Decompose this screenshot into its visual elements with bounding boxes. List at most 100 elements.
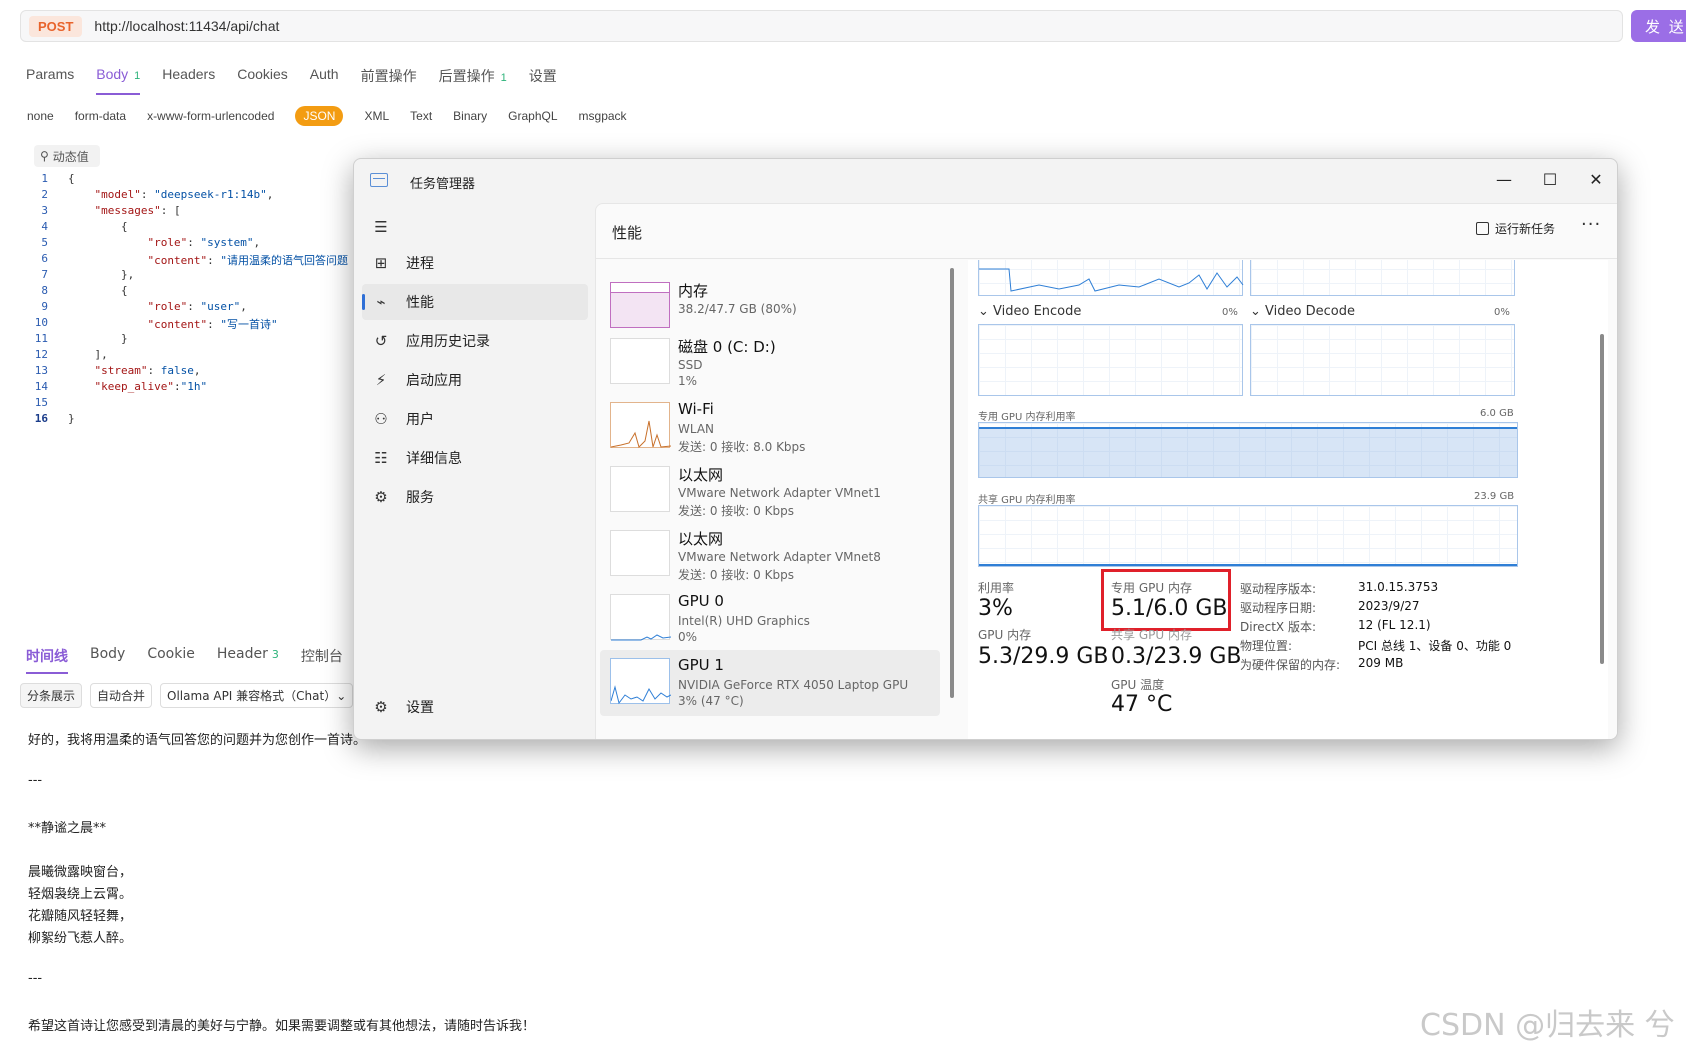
wand-icon: ⚲: [40, 149, 49, 163]
tab-body[interactable]: Body 1: [96, 66, 141, 95]
body-type-binary[interactable]: Binary: [453, 109, 487, 123]
details-icon: ☷: [374, 449, 388, 467]
device-thumbnail: [610, 658, 672, 705]
sidebar-item-details[interactable]: ☷ 详细信息: [362, 440, 588, 476]
tab-post-ops[interactable]: 后置操作 1: [439, 66, 507, 95]
device-thumbnail: [610, 338, 670, 384]
format-select[interactable]: Ollama API 兼容格式（Chat）⌄: [160, 683, 354, 708]
hamburger-icon: ☰: [374, 218, 388, 236]
code-text: "content": "请用温柔的语气回答问题: [147, 254, 348, 267]
line-number: 13: [34, 364, 48, 377]
url-bar[interactable]: POST http://localhost:11434/api/chat: [20, 10, 1623, 42]
dynamic-value-button[interactable]: ⚲ 动态值: [34, 145, 100, 167]
tab-auth[interactable]: Auth: [310, 66, 339, 95]
gpu1-sparkline: [610, 685, 672, 705]
device-wifi[interactable]: Wi-Fi WLAN 发送: 0 接收: 8.0 Kbps: [600, 394, 940, 460]
device-gpu0[interactable]: GPU 0 Intel(R) UHD Graphics 0%: [600, 586, 940, 652]
tab-cookie[interactable]: Cookie: [147, 646, 195, 674]
code-text: "model": "deepseek-r1:14b",: [94, 188, 274, 201]
response-line: 希望这首诗让您感受到清晨的美好与宁静。如果需要调整或有其他想法，请随时告诉我！: [28, 1019, 536, 1034]
code-text: "keep_alive":"1h": [94, 380, 208, 393]
tab-settings[interactable]: 设置: [529, 66, 557, 95]
task-manager-app-icon: [370, 173, 388, 187]
body-type-graphql[interactable]: GraphQL: [508, 109, 557, 123]
tab-cookies[interactable]: Cookies: [237, 66, 288, 95]
line-number: 5: [41, 236, 48, 249]
close-button[interactable]: ✕: [1576, 167, 1616, 193]
detail-scrollbar[interactable]: [1600, 334, 1604, 664]
response-line: 轻烟袅绕上云霄。: [28, 887, 133, 902]
tab-response-body[interactable]: Body: [90, 646, 125, 674]
code-text: "role": "system",: [147, 236, 261, 249]
tab-header[interactable]: Header 3: [217, 646, 279, 674]
body-type-selector: none form-data x-www-form-urlencoded JSO…: [27, 106, 648, 126]
device-thumbnail: [610, 402, 672, 448]
body-type-msgpack[interactable]: msgpack: [579, 109, 627, 123]
tab-count: 1: [500, 72, 507, 84]
maximize-button[interactable]: ☐: [1530, 167, 1570, 193]
info-key: 为硬件保留的内存:: [1240, 658, 1341, 672]
device-list-scrollbar[interactable]: [950, 268, 954, 698]
utilization-value: 3%: [978, 596, 1013, 621]
info-value: 12 (FL 12.1): [1358, 618, 1431, 632]
shared-graph-label: 共享 GPU 内存利用率: [978, 495, 1076, 506]
run-new-task-button[interactable]: 运行新任务: [1476, 220, 1555, 237]
body-type-text[interactable]: Text: [410, 109, 432, 123]
line-number: 6: [41, 252, 48, 265]
sidebar-item-processes[interactable]: ⊞ 进程: [362, 245, 588, 281]
method-badge[interactable]: POST: [29, 15, 83, 37]
performance-panel: 性能 运行新任务 ··· 内存 38.2/47.7 GB (80%) 磁盘 0 …: [595, 203, 1617, 739]
request-tabs: Params Body 1 Headers Cookies Auth 前置操作 后…: [26, 66, 579, 95]
device-gpu1[interactable]: GPU 1 NVIDIA GeForce RTX 4050 Laptop GPU…: [600, 650, 940, 716]
response-line: 晨曦微露映窗台，: [28, 865, 133, 880]
body-type-form-data[interactable]: form-data: [75, 109, 126, 123]
tab-params[interactable]: Params: [26, 66, 74, 95]
url-input[interactable]: http://localhost:11434/api/chat: [94, 18, 279, 34]
tab-pre-ops[interactable]: 前置操作: [361, 66, 417, 95]
tab-console[interactable]: 控制台: [301, 646, 343, 674]
menu-toggle[interactable]: ☰: [362, 209, 588, 245]
split-view-button[interactable]: 分条展示: [20, 683, 83, 708]
device-disk[interactable]: 磁盘 0 (C: D:) SSD 1%: [600, 330, 940, 396]
info-key: 物理位置:: [1240, 639, 1293, 653]
gpu-memory-label: GPU 内存: [978, 628, 1032, 642]
sidebar-item-users[interactable]: ⚇ 用户: [362, 401, 588, 437]
body-type-urlencoded[interactable]: x-www-form-urlencoded: [147, 109, 274, 123]
info-key: 驱动程序日期:: [1240, 601, 1317, 615]
new-task-icon: [1476, 222, 1489, 235]
code-text: {: [68, 172, 75, 185]
line-number: 7: [41, 268, 48, 281]
code-text: "messages": [: [94, 204, 181, 217]
sidebar-item-app-history[interactable]: ↺ 应用历史记录: [362, 323, 588, 359]
tab-headers[interactable]: Headers: [162, 66, 215, 95]
shared-memory-label: 共享 GPU 内存: [1111, 628, 1192, 642]
sidebar-item-settings[interactable]: ⚙ 设置: [362, 689, 588, 725]
line-number: 15: [34, 396, 48, 409]
json-editor[interactable]: 1 {2 "model": "deepseek-r1:14b", 3 "messag…: [20, 172, 360, 620]
more-options-button[interactable]: ···: [1581, 214, 1601, 235]
device-ethernet-vmnet8[interactable]: 以太网 VMware Network Adapter VMnet8 发送: 0 …: [600, 522, 940, 588]
send-button[interactable]: 发 送: [1631, 10, 1686, 42]
auto-merge-button[interactable]: 自动合并: [90, 683, 153, 708]
device-thumbnail: [610, 282, 670, 328]
body-type-xml[interactable]: XML: [364, 109, 389, 123]
sidebar-item-services[interactable]: ⚙ 服务: [362, 479, 588, 515]
page-title: 性能: [612, 224, 643, 242]
users-icon: ⚇: [374, 410, 388, 428]
device-ethernet-vmnet1[interactable]: 以太网 VMware Network Adapter VMnet1 发送: 0 …: [600, 458, 940, 524]
body-type-json[interactable]: JSON: [295, 106, 344, 126]
tab-timeline[interactable]: 时间线: [26, 646, 68, 674]
gpu-detail-pane: ⌄ Video Encode 0% ⌄ Video Decode 0% 专用 G…: [968, 260, 1608, 739]
info-key: 驱动程序版本:: [1240, 582, 1317, 596]
sidebar-item-startup[interactable]: ⚡ 启动应用: [362, 362, 588, 398]
body-type-none[interactable]: none: [27, 109, 54, 123]
line-number: 3: [41, 204, 48, 217]
gpu-temperature-label: GPU 温度: [1111, 678, 1165, 692]
task-manager-window[interactable]: 任务管理器 — ☐ ✕ ☰ ⊞ 进程 ⌁ 性能 ↺ 应用历史记录 ⚡ 启动应用 …: [353, 158, 1618, 740]
response-line: 花瓣随风轻轻舞，: [28, 909, 133, 924]
tab-count: 3: [271, 648, 279, 661]
minimize-button[interactable]: —: [1484, 167, 1524, 193]
sidebar-item-performance[interactable]: ⌁ 性能: [362, 284, 588, 320]
response-tabs: 时间线 Body Cookie Header 3 控制台: [26, 646, 365, 674]
response-toolbar: 分条展示 自动合并 Ollama API 兼容格式（Chat）⌄: [20, 683, 354, 708]
